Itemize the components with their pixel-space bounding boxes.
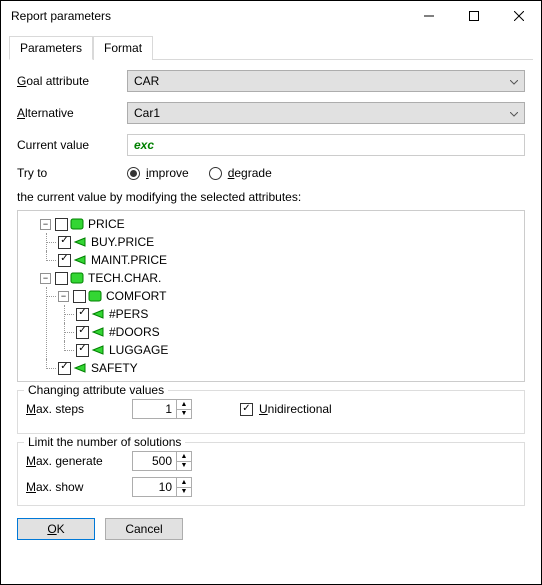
spinner-down-icon[interactable]: ▼ [177,410,191,419]
select-goal-attribute[interactable]: CAR [127,70,525,92]
radio-improve[interactable]: improve [127,166,189,180]
spinner-down-icon[interactable]: ▼ [177,462,191,471]
triangle-icon [73,254,87,266]
spinner-max-show[interactable]: 10 ▲▼ [132,477,192,497]
label-max-generate: Max. generate [26,454,118,468]
box-icon [88,290,102,302]
label-max-show: Max. show [26,480,118,494]
expander-icon[interactable]: − [58,291,69,302]
tree-checkbox[interactable] [76,308,89,321]
cancel-button[interactable]: Cancel [105,518,183,540]
select-goal-value: CAR [134,74,159,88]
attribute-tree[interactable]: − PRICE BUY.PRICE [17,210,525,382]
triangle-icon [91,326,105,338]
row-goal-attribute: Goal attribute CAR [9,70,533,92]
close-button[interactable] [496,2,541,31]
radio-degrade[interactable]: degrade [209,166,272,180]
tree-checkbox[interactable] [55,218,68,231]
select-alternative[interactable]: Car1 [127,102,525,124]
tab-format[interactable]: Format [93,36,153,60]
tree-checkbox[interactable] [58,362,71,375]
tree-checkbox[interactable] [73,290,86,303]
spinner-down-icon[interactable]: ▼ [177,488,191,497]
window-title: Report parameters [11,9,406,23]
label-current-value: Current value [17,138,127,152]
triangle-icon [73,236,87,248]
tree-node-label: SAFETY [89,359,138,377]
box-icon [70,272,84,284]
triangle-icon [91,344,105,356]
fieldset-changing: Changing attribute values Max. steps 1 ▲… [17,390,525,434]
label-unidirectional: Unidirectional [259,402,332,416]
label-try-to: Try to [17,166,127,180]
tree-node-label: MAINT.PRICE [89,251,167,269]
input-current-value[interactable]: exc [127,134,525,156]
row-alternative: Alternative Car1 [9,102,533,124]
triangle-icon [91,308,105,320]
minimize-button[interactable] [406,2,451,31]
box-icon [70,218,84,230]
checkbox-unidirectional[interactable]: Unidirectional [240,402,332,416]
tree-node-label: PRICE [86,215,125,233]
tree-node-label: #PERS [107,305,148,323]
spinner-up-icon[interactable]: ▲ [177,400,191,410]
tree-checkbox[interactable] [58,236,71,249]
ok-button[interactable]: OK [17,518,95,540]
chevron-down-icon [510,74,518,88]
row-try-to: Try to improve degrade [9,166,533,180]
tab-panel-parameters: Goal attribute CAR Alternative Car1 Curr… [9,59,533,558]
tree-node-label: BUY.PRICE [89,233,154,251]
triangle-icon [73,362,87,374]
tree-node-label: #DOORS [107,323,160,341]
tree-node-label: COMFORT [104,287,166,305]
select-alternative-value: Car1 [134,106,160,120]
tree-node-label: LUGGAGE [107,341,168,359]
tree-checkbox[interactable] [58,254,71,267]
maximize-button[interactable] [451,2,496,31]
radio-group-try-to: improve degrade [127,166,272,180]
legend-limit: Limit the number of solutions [24,435,185,449]
row-current-value: Current value exc [9,134,533,156]
chevron-down-icon [510,106,518,120]
legend-changing: Changing attribute values [24,383,168,397]
titlebar: Report parameters [1,1,541,31]
spinner-max-generate[interactable]: 500 ▲▼ [132,451,192,471]
fieldset-limit: Limit the number of solutions Max. gener… [17,442,525,506]
tree-checkbox[interactable] [55,272,68,285]
spinner-up-icon[interactable]: ▲ [177,478,191,488]
expander-icon[interactable]: − [40,273,51,284]
label-max-steps: Max. steps [26,402,118,416]
tab-parameters[interactable]: Parameters [9,36,93,60]
tab-strip: Parameters Format [9,35,533,59]
tree-node-label: TECH.CHAR. [86,269,161,287]
radio-improve-label: improve [146,166,189,180]
tree-checkbox[interactable] [76,344,89,357]
radio-degrade-label: degrade [228,166,272,180]
expander-icon[interactable]: − [40,219,51,230]
description-text: the current value by modifying the selec… [9,190,533,210]
tree-checkbox[interactable] [76,326,89,339]
button-row: OK Cancel [17,518,525,540]
label-goal-attribute: Goal attribute [17,74,127,88]
spinner-up-icon[interactable]: ▲ [177,452,191,462]
spinner-max-steps[interactable]: 1 ▲▼ [132,399,192,419]
label-alternative: Alternative [17,106,127,120]
